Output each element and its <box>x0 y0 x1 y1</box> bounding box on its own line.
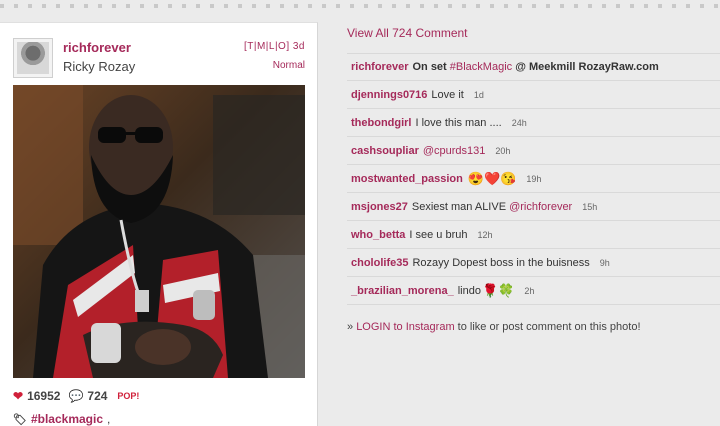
comment-timestamp: 9h <box>599 257 610 268</box>
tag-separator: , <box>107 412 111 426</box>
view-all-comments-link[interactable]: View All 724 Comment <box>347 26 468 40</box>
comment-text: I love this man .... <box>415 116 502 129</box>
comment-username[interactable]: chololife35 <box>351 257 408 269</box>
comment-username[interactable]: _brazilian_morena_ <box>351 285 454 297</box>
avatar[interactable] <box>13 38 53 78</box>
comment-list: richforever On set #BlackMagic @ Meekmill… <box>347 53 720 305</box>
comment-text: Love it <box>431 88 464 101</box>
comment-text: lindo <box>457 284 481 297</box>
comment-row: msjones27 Sexiest man ALIVE @richforever 1… <box>347 193 720 221</box>
comment-username[interactable]: who_betta <box>351 229 405 241</box>
comment-row: _brazilian_morena_ lindo 🌹🍀 2h <box>347 277 720 305</box>
likes-count: 16952 <box>27 389 61 403</box>
post-full-name: Ricky Rozay <box>63 59 136 74</box>
heart-icon[interactable]: ❤ <box>13 389 23 403</box>
comment-username[interactable]: djennings0716 <box>351 89 427 101</box>
comment-row: djennings0716 Love it 1d <box>347 81 720 109</box>
comment-timestamp: 15h <box>582 201 598 212</box>
comment-username[interactable]: richforever <box>351 61 408 73</box>
comment-timestamp: 2h <box>524 285 535 296</box>
comment-text: Rozayy Dopest boss in the buisness <box>412 256 590 269</box>
tag-line: 🏷 #blackmagic, <box>13 412 110 426</box>
comment-timestamp: 12h <box>477 229 493 240</box>
comment-row: who_betta I see u bruh 12h <box>347 221 720 249</box>
comments-count: 724 <box>87 389 108 403</box>
comment-row: cashsoupliar @cpurds131 20h <box>347 137 720 165</box>
login-suffix: to like or post comment on this photo! <box>454 321 641 333</box>
comment-username[interactable]: msjones27 <box>351 201 408 213</box>
comment-timestamp: 19h <box>526 173 542 184</box>
comment-bubble-icon[interactable]: 💬 <box>68 389 83 403</box>
comment-row: mostwanted_passion 😍❤️😘 19h <box>347 165 720 193</box>
post-username[interactable]: richforever <box>63 40 131 55</box>
hashtag-link[interactable]: #blackmagic <box>31 412 103 426</box>
login-prefix: » <box>347 321 357 333</box>
comment-username[interactable]: thebondgirl <box>351 117 412 129</box>
comment-mention-link[interactable]: #BlackMagic <box>450 61 512 73</box>
comment-timestamp: 24h <box>511 117 527 128</box>
comment-text: I see u bruh <box>409 228 468 241</box>
filter-label: Normal <box>272 60 305 71</box>
tag-icon: 🏷 <box>13 413 27 426</box>
comment-text: On set <box>412 61 450 73</box>
top-divider <box>0 4 720 8</box>
comment-text: @ Meekmill RozayRaw.com <box>512 61 659 73</box>
post-photo[interactable] <box>13 85 305 378</box>
comment-row: chololife35 Rozayy Dopest boss in the bui… <box>347 249 720 277</box>
comment-text: Sexiest man ALIVE <box>411 200 510 213</box>
comment-username[interactable]: cashsoupliar <box>351 145 419 157</box>
comment-mention-link[interactable]: @richforever <box>509 201 572 213</box>
photo-of-man-in-sunglasses-icon <box>13 85 305 378</box>
login-prompt: » LOGIN to Instagram to like or post com… <box>347 321 641 333</box>
comment-timestamp: 1d <box>473 89 484 100</box>
share-links[interactable]: [T|M|L|O] 3d <box>244 41 305 52</box>
pop-badge[interactable]: POP! <box>117 391 139 401</box>
comment-timestamp: 20h <box>495 145 511 156</box>
post-stats: ❤ 16952 💬 724 POP! <box>13 389 139 403</box>
post-card: richforever Ricky Rozay [T|M|L|O] 3d Nor… <box>0 22 318 426</box>
comment-emoji: 😍❤️😘 <box>467 171 517 186</box>
comment-row: richforever On set #BlackMagic @ Meekmill… <box>347 53 720 81</box>
avatar-image <box>17 42 49 74</box>
comment-username[interactable]: mostwanted_passion <box>351 173 463 185</box>
login-link[interactable]: LOGIN to Instagram <box>356 321 454 333</box>
comment-mention-link[interactable]: @cpurds131 <box>423 145 486 157</box>
comment-row: thebondgirl I love this man .... 24h <box>347 109 720 137</box>
comment-emoji: 🌹🍀 <box>481 283 515 298</box>
